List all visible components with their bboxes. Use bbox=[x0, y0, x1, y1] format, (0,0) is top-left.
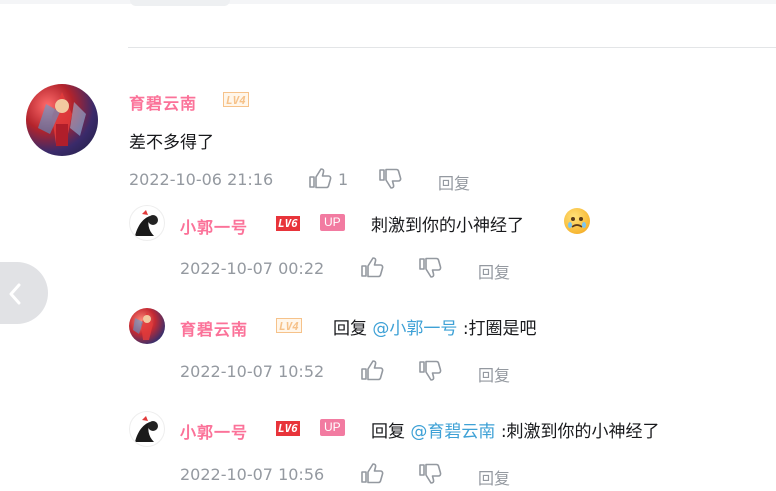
level-badge: LV6 bbox=[276, 421, 300, 436]
reply-button[interactable]: 回复 bbox=[478, 259, 510, 283]
reply-username[interactable]: 小郭一号 bbox=[180, 214, 248, 238]
comment-text: 差不多得了 bbox=[129, 133, 214, 153]
reply-text: :打圈是吧 bbox=[462, 319, 537, 339]
comment-time: 2022-10-06 21:16 bbox=[129, 170, 274, 189]
reply-text-line: 回复 @育碧云南 :刺激到你的小神经了 bbox=[371, 417, 660, 442]
level-badge: LV4 bbox=[223, 92, 249, 107]
reply-button[interactable]: 回复 bbox=[478, 465, 510, 489]
thumbs-down-icon[interactable] bbox=[418, 463, 442, 489]
avatar-art bbox=[133, 312, 153, 340]
thumbs-up-icon[interactable] bbox=[360, 359, 384, 385]
avatar-art bbox=[38, 92, 86, 146]
thumbs-up-icon[interactable] bbox=[308, 167, 332, 193]
level-badge: LV6 bbox=[276, 216, 300, 231]
thumbs-down-icon[interactable] bbox=[418, 257, 442, 283]
level-badge: LV4 bbox=[276, 318, 302, 333]
reply-text: 刺激到你的小神经了 bbox=[371, 216, 524, 236]
chevron-left-icon bbox=[9, 283, 21, 305]
comment-thread: 育碧云南 LV4 差不多得了 2022-10-06 21:16 1 回复 小郭一… bbox=[0, 0, 776, 491]
mention-link[interactable]: @育碧云南 bbox=[410, 422, 495, 442]
username[interactable]: 育碧云南 bbox=[129, 90, 197, 114]
reply-username[interactable]: 小郭一号 bbox=[180, 419, 248, 443]
up-badge: UP bbox=[320, 214, 345, 231]
reply-text-line: 回复 @小郭一号 :打圈是吧 bbox=[333, 314, 537, 339]
reply-time: 2022-10-07 10:56 bbox=[180, 465, 325, 484]
crying-face-emoji bbox=[564, 208, 590, 234]
prev-nav-button[interactable] bbox=[0, 262, 48, 324]
top-edge bbox=[0, 0, 776, 4]
thumbs-down-icon[interactable] bbox=[378, 168, 402, 194]
reply-prefix: 回复 bbox=[333, 319, 367, 339]
reply-time: 2022-10-07 10:52 bbox=[180, 362, 325, 381]
previous-panel-edge bbox=[130, 0, 230, 6]
reply-time: 2022-10-07 00:22 bbox=[180, 259, 325, 278]
reply-username[interactable]: 育碧云南 bbox=[180, 316, 248, 340]
mention-link[interactable]: @小郭一号 bbox=[372, 319, 457, 339]
reply-prefix: 回复 bbox=[371, 422, 405, 442]
thumbs-up-icon[interactable] bbox=[360, 256, 384, 282]
reply-avatar[interactable] bbox=[129, 205, 165, 241]
avatar-art bbox=[135, 416, 158, 442]
thumbs-down-icon[interactable] bbox=[418, 360, 442, 386]
divider bbox=[128, 47, 776, 48]
avatar[interactable] bbox=[26, 84, 98, 156]
up-badge: UP bbox=[320, 419, 345, 436]
reply-button[interactable]: 回复 bbox=[478, 362, 510, 386]
reply-text: :刺激到你的小神经了 bbox=[500, 422, 660, 442]
reply-avatar[interactable] bbox=[129, 308, 165, 344]
reply-avatar[interactable] bbox=[129, 411, 165, 447]
thumbs-up-icon[interactable] bbox=[360, 462, 384, 488]
avatar-art bbox=[135, 210, 158, 236]
like-count: 1 bbox=[338, 170, 349, 189]
reply-button[interactable]: 回复 bbox=[438, 170, 470, 194]
